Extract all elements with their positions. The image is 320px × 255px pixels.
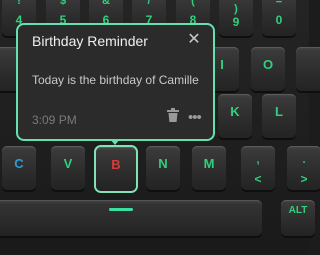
key-upper-legend: .	[302, 154, 306, 166]
key-c[interactable]: C	[2, 146, 36, 190]
key-v[interactable]: V	[51, 146, 85, 190]
key-legend: L	[275, 104, 283, 119]
key-k[interactable]: K	[218, 94, 252, 138]
key-upper-legend: (	[191, 0, 195, 7]
key-0[interactable]: = 0	[262, 0, 296, 36]
key-upper-legend: )	[234, 3, 238, 15]
key-upper-legend: ,	[256, 154, 260, 166]
key-lower-legend: 0	[275, 13, 283, 27]
key-upper-legend: /	[147, 0, 151, 7]
toast-message: Today is the birthday of Camille	[32, 73, 199, 87]
key-legend: ALT	[288, 205, 308, 216]
key-p[interactable]	[296, 47, 320, 91]
key-upper-legend: &	[102, 0, 110, 7]
toast-title: Birthday Reminder	[32, 33, 148, 49]
key-legend: C	[14, 156, 24, 171]
key-legend: N	[158, 156, 168, 171]
key-legend: M	[203, 156, 215, 171]
key-legend: B	[111, 157, 121, 172]
key-b[interactable]: B	[96, 147, 136, 191]
spacebar-key[interactable]	[0, 200, 262, 236]
toast-timestamp: 3:09 PM	[32, 113, 77, 127]
toast-pointer-arrow	[110, 139, 120, 145]
key-m[interactable]: M	[192, 146, 226, 190]
key-upper-legend: =	[275, 0, 283, 7]
key-upper-legend: $	[59, 0, 67, 7]
key-alt[interactable]: ALT	[281, 200, 315, 236]
key-o[interactable]: O	[251, 47, 285, 91]
key-lower-legend: 9	[232, 15, 240, 29]
trash-icon[interactable]	[166, 108, 182, 124]
key-lower-legend: <	[254, 172, 262, 186]
key-l[interactable]: L	[262, 94, 296, 138]
key-lower-legend: >	[300, 172, 308, 186]
key-legend: K	[230, 104, 240, 119]
key-n[interactable]: N	[146, 146, 180, 190]
key-legend: O	[262, 57, 274, 72]
selection-indicator	[109, 208, 133, 211]
more-icon[interactable]: •••	[188, 109, 202, 126]
notification-toast: Birthday Reminder ✕ Today is the birthda…	[16, 23, 215, 141]
close-icon[interactable]: ✕	[183, 29, 205, 51]
key-9[interactable]: ) 9	[219, 0, 253, 36]
key-comma[interactable]: , <	[241, 146, 275, 190]
key-legend: V	[63, 156, 73, 171]
key-period[interactable]: . >	[287, 146, 320, 190]
key-upper-legend: !	[17, 0, 21, 7]
